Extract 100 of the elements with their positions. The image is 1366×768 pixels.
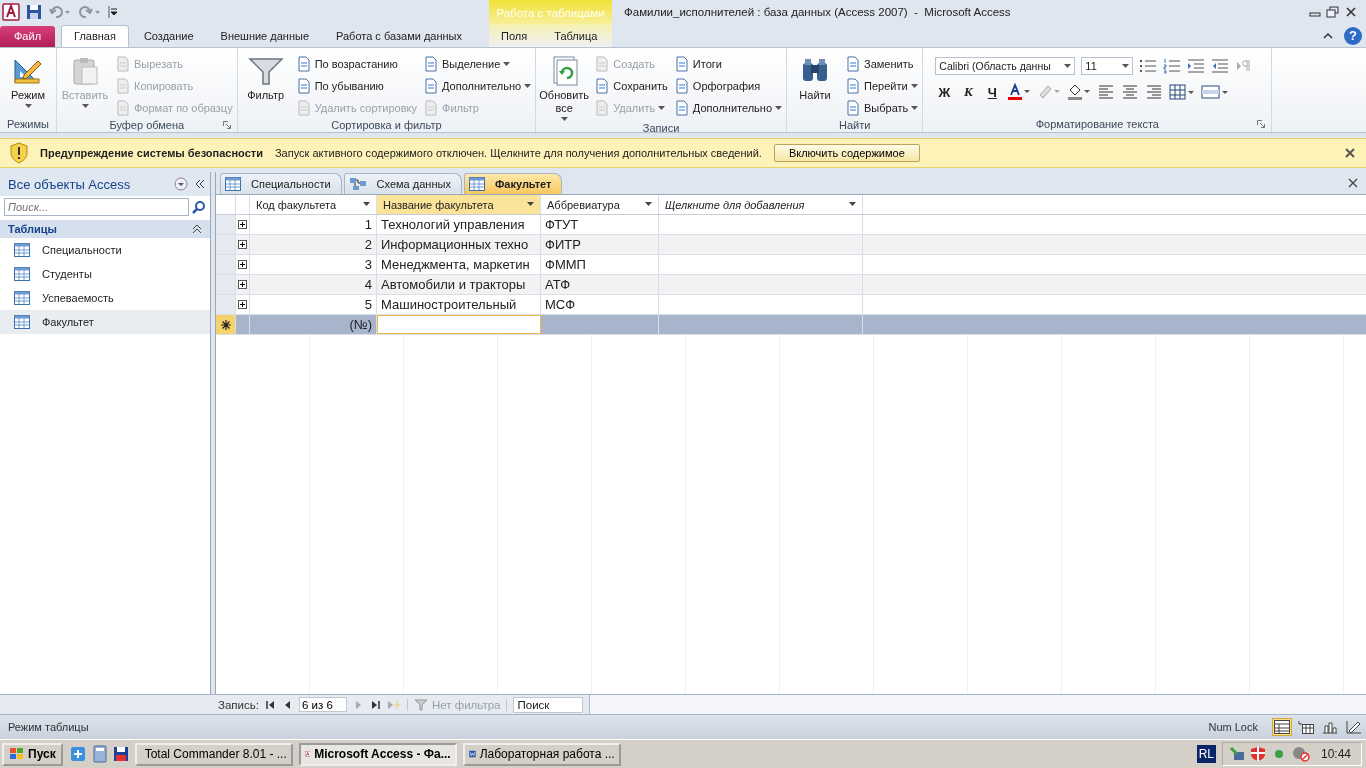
large-command-button[interactable]: Найти (791, 51, 840, 117)
page-icon (845, 78, 862, 94)
command-button[interactable]: Сохранить (594, 77, 668, 95)
calculator-icon[interactable] (92, 745, 107, 763)
navigation-item[interactable]: Специальности (0, 238, 210, 262)
close-icon[interactable] (1348, 178, 1358, 188)
command-button[interactable]: Дополнительно (673, 99, 783, 117)
contextual-tab-group: Работа с таблицами (489, 0, 612, 24)
save-icon[interactable] (26, 4, 42, 20)
browser-icon[interactable] (68, 745, 87, 763)
navigation-item[interactable]: Факультет (0, 310, 210, 334)
align-right-icon[interactable] (1145, 84, 1164, 100)
ribbon-tab[interactable]: Внешние данные (208, 26, 321, 47)
font-color-icon[interactable] (1007, 83, 1032, 101)
large-command-button[interactable]: Фильтр (241, 51, 290, 117)
access-logo-icon[interactable] (2, 3, 20, 21)
command-button[interactable]: Итоги (673, 55, 783, 73)
taskbar-button[interactable]: Лабораторная работа ... (462, 742, 621, 766)
numbering-icon[interactable] (1163, 58, 1182, 74)
caret-icon (849, 202, 856, 207)
help-button[interactable]: ? (1344, 26, 1362, 45)
font-name-combo[interactable]: Calibri (Область данны (935, 57, 1076, 75)
ribbon-tab[interactable]: Работа с базами данных (324, 26, 474, 47)
gridlines-icon[interactable] (1169, 84, 1196, 100)
large-command-button[interactable]: Обновить все (540, 51, 589, 122)
document-tab[interactable]: Схема данных (343, 173, 462, 194)
view-button[interactable] (1296, 718, 1316, 736)
row-color-icon[interactable] (1201, 84, 1230, 100)
collapse-pane-icon[interactable] (194, 178, 206, 190)
bullets-icon[interactable] (1139, 58, 1158, 74)
command-button[interactable]: По возрастанию (295, 55, 417, 73)
taskbar-button[interactable]: Microsoft Access - Фа... (298, 742, 457, 766)
ribbon-tab[interactable]: Главная (61, 25, 129, 47)
page-icon (845, 56, 862, 72)
expand-icon[interactable] (238, 220, 247, 229)
font-size-combo[interactable]: 11 (1081, 57, 1134, 75)
table-icon (14, 291, 30, 305)
navigation-item[interactable]: Студенты (0, 262, 210, 286)
enable-content-button[interactable]: Включить содержимое (773, 144, 920, 162)
view-button[interactable] (1272, 718, 1292, 736)
command-button[interactable]: Выделение (423, 55, 532, 73)
command-button[interactable]: По убыванию (295, 77, 417, 95)
close-icon[interactable] (1344, 6, 1358, 18)
expand-icon[interactable] (238, 280, 247, 289)
expand-icon[interactable] (238, 240, 247, 249)
search-icon[interactable] (192, 200, 206, 214)
group-header[interactable]: Таблицы (0, 220, 210, 238)
align-left-icon[interactable] (1097, 84, 1116, 100)
dialog-launcher-icon[interactable] (222, 121, 231, 129)
search-field[interactable]: Поиск (513, 696, 584, 713)
expand-icon[interactable] (238, 300, 247, 309)
network-icon[interactable] (1228, 746, 1245, 762)
taskbar-button[interactable]: Total Commander 8.01 - ... (134, 742, 293, 766)
blocked-icon[interactable] (1291, 746, 1310, 762)
page-icon (594, 78, 611, 94)
shield-icon[interactable] (1249, 746, 1266, 762)
security-title: Предупреждение системы безопасности (40, 147, 263, 159)
command-button[interactable]: Перейти (845, 77, 919, 95)
customize-icon[interactable] (108, 4, 118, 20)
restore-icon[interactable] (1326, 6, 1340, 18)
record-position-field[interactable]: 6 из 6 (298, 697, 347, 712)
view-button[interactable] (1344, 718, 1364, 736)
column-header[interactable]: Название факультета (377, 195, 541, 214)
horizontal-scrollbar[interactable] (589, 695, 1366, 714)
command-button[interactable]: Орфография (673, 77, 783, 95)
dialog-launcher-icon[interactable] (1257, 120, 1266, 128)
language-indicator[interactable]: RL (1196, 745, 1216, 763)
ribbon-tab[interactable]: Поля (489, 26, 540, 47)
undo-icon[interactable] (48, 4, 72, 20)
dropdown-circle-icon[interactable] (174, 177, 188, 191)
document-tab[interactable]: Специальности (220, 173, 342, 194)
search-field[interactable]: Поиск... (4, 198, 189, 216)
redo-icon[interactable] (78, 4, 102, 20)
record-selector[interactable] (216, 315, 236, 334)
font-style-button[interactable]: К (959, 84, 978, 100)
font-style-button[interactable]: Ч (983, 84, 1002, 100)
ribbon-tab[interactable]: Таблица (542, 26, 610, 47)
close-icon[interactable] (1344, 147, 1356, 159)
security-message[interactable]: Запуск активного содержимого отключен. Щелкните для получения дополнительных сведений. (274, 147, 762, 159)
collapse-ribbon-icon[interactable] (1322, 30, 1334, 41)
fill-bucket-icon[interactable] (1067, 83, 1092, 101)
command-button[interactable]: Заменить (845, 55, 919, 73)
command-button[interactable]: Выбрать (845, 99, 919, 117)
table-cell: ФТУТ (541, 215, 659, 234)
expand-icon[interactable] (238, 260, 247, 269)
first-record-icon[interactable] (264, 699, 277, 710)
ribbon-tab[interactable]: Файл (0, 26, 56, 47)
command-button[interactable]: Дополнительно (423, 77, 532, 95)
group-label: Буфер обмена (109, 118, 185, 131)
align-center-icon[interactable] (1121, 84, 1140, 100)
outdent-icon[interactable] (1211, 58, 1230, 74)
font-style-button[interactable]: Ж (935, 84, 954, 100)
document-tab[interactable]: Факультет (463, 173, 563, 194)
start-button[interactable]: Пуск (2, 742, 63, 766)
indent-icon[interactable] (1187, 58, 1206, 74)
navigation-item[interactable]: Успеваемость (0, 286, 210, 310)
group-label: Найти (839, 118, 871, 131)
ribbon-tab[interactable]: Создание (131, 26, 206, 47)
table-cell: 1 (250, 215, 377, 234)
large-command-button[interactable]: Режим (4, 51, 52, 116)
